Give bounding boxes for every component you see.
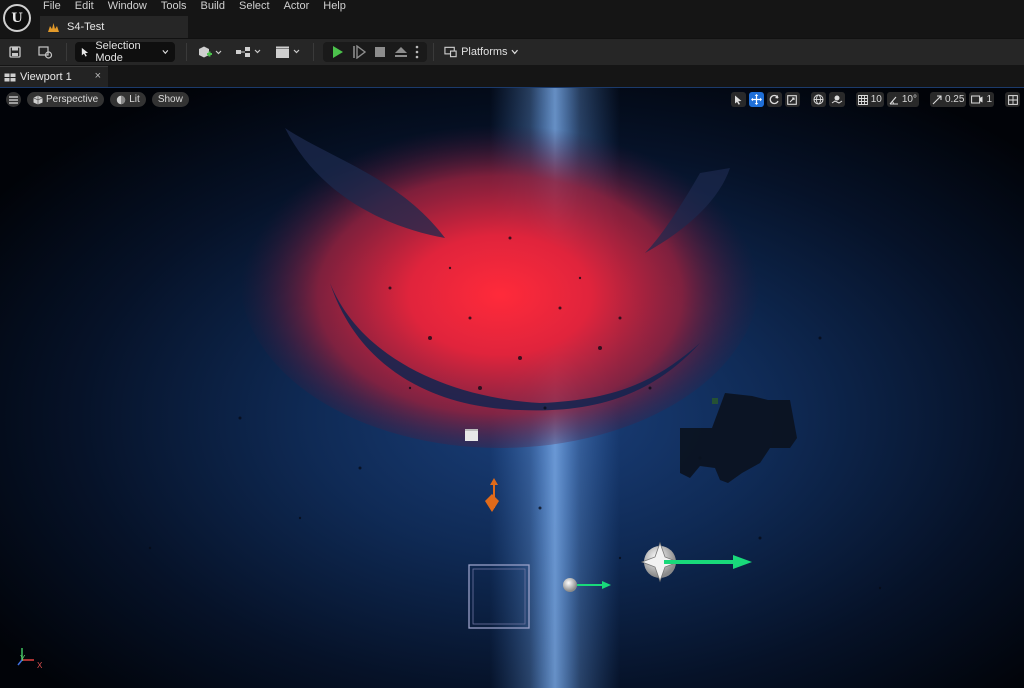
camera-speed-button[interactable]: 1 (969, 92, 994, 107)
browse-content-icon[interactable] (35, 42, 55, 62)
lit-sphere-icon (117, 95, 126, 104)
toolbar-gap (803, 92, 808, 108)
chevron-down-icon (162, 49, 169, 55)
perspective-cube-icon (33, 95, 43, 104)
chevron-down-icon (511, 49, 518, 55)
view-mode-label: Perspective (46, 94, 99, 105)
menu-select[interactable]: Select (232, 0, 277, 14)
eject-icon[interactable] (394, 46, 408, 58)
view-mode-button[interactable]: Perspective (27, 92, 105, 107)
play-controls (323, 42, 427, 62)
logo-letter: U (11, 10, 23, 26)
viewport-tab-strip: Viewport 1 × (0, 66, 1024, 87)
selection-mode-icon (81, 47, 89, 57)
select-tool-icon[interactable] (730, 92, 746, 107)
menu-edit[interactable]: Edit (68, 0, 101, 14)
maximize-viewport-icon[interactable] (1005, 92, 1020, 107)
show-flags-button[interactable]: Show (151, 92, 189, 107)
close-icon[interactable]: × (95, 70, 101, 82)
camera-actor-icon (465, 429, 478, 441)
show-flags-label: Show (157, 94, 183, 105)
rotation-snap-icon (889, 96, 898, 105)
surface-snap-icon[interactable] (828, 92, 845, 107)
viewport-tab-label: Viewport 1 (20, 71, 72, 83)
menu-bar: U File Edit Window Tools Build Select Ac… (0, 0, 1024, 38)
blueprint-button[interactable] (234, 42, 264, 62)
cinematics-button[interactable] (273, 42, 303, 62)
more-options-icon[interactable] (415, 45, 419, 59)
blueprint-icon (236, 47, 261, 57)
main-menu: File Edit Window Tools Build Select Acto… (36, 0, 353, 14)
scale-tool-icon[interactable] (784, 92, 800, 107)
level-icon (48, 22, 59, 32)
grid-snap-button[interactable]: 10 (855, 92, 884, 107)
menu-tools[interactable]: Tools (154, 0, 194, 14)
selection-mode-button[interactable]: Selection Mode (75, 40, 175, 64)
axis-x-label: X (37, 661, 43, 670)
translate-tool-icon[interactable] (748, 92, 764, 107)
toolbar-gap (848, 92, 853, 108)
cinematics-icon (276, 46, 300, 58)
toolbar-separator (433, 43, 434, 61)
scale-snap-icon (932, 94, 942, 104)
scene-render (0, 88, 1024, 688)
project-tab[interactable]: S4-Test (40, 16, 188, 38)
toolbar-gap (922, 92, 927, 108)
camera-speed-value: 1 (986, 94, 992, 105)
axis-y-label: Y (20, 654, 26, 663)
menu-file[interactable]: File (36, 0, 68, 14)
grid-snap-value: 10 (870, 94, 882, 105)
toolbar-separator (313, 43, 314, 61)
main-toolbar: Selection Mode Platforms (0, 38, 1024, 65)
toolbar-gap (997, 92, 1002, 108)
advance-frame-icon[interactable] (352, 45, 367, 59)
toolbar-separator (186, 43, 187, 61)
rotation-snap-value: 10° (901, 94, 917, 105)
platforms-icon (444, 46, 457, 58)
menu-help[interactable]: Help (316, 0, 353, 14)
scale-snap-button[interactable]: 0.25 (929, 92, 967, 107)
viewport-layout-icon (4, 73, 16, 81)
hamburger-icon[interactable] (6, 92, 21, 107)
add-actor-icon (199, 46, 222, 58)
menu-window[interactable]: Window (101, 0, 154, 14)
menu-actor[interactable]: Actor (277, 0, 317, 14)
level-viewport[interactable]: Y X Perspective Lit Show 10 10° 0.25 1 (0, 87, 1024, 688)
platforms-label: Platforms (461, 46, 508, 58)
rotate-tool-icon[interactable] (766, 92, 782, 107)
world-coordinates-icon[interactable] (810, 92, 826, 107)
save-icon[interactable] (6, 42, 24, 62)
viewport-toolbar-right: 10 10° 0.25 1 (730, 92, 1020, 108)
unreal-logo-icon[interactable]: U (3, 4, 31, 32)
menu-build[interactable]: Build (194, 0, 232, 14)
lighting-mode-label: Lit (129, 94, 140, 105)
lighting-mode-button[interactable]: Lit (110, 92, 146, 107)
platforms-button[interactable]: Platforms (440, 42, 518, 62)
toolbar-separator (66, 43, 67, 61)
stop-icon[interactable] (374, 46, 386, 58)
grid-snap-icon (857, 94, 868, 105)
scale-snap-value: 0.25 (944, 94, 965, 105)
project-tab-label: S4-Test (67, 21, 105, 33)
add-actor-button[interactable] (196, 42, 224, 62)
camera-speed-icon (971, 95, 983, 104)
viewport-toolbar-left: Perspective Lit Show (6, 92, 189, 108)
selection-mode-label: Selection Mode (95, 40, 141, 64)
play-icon[interactable] (331, 45, 345, 59)
viewport-tab[interactable]: Viewport 1 × (0, 66, 108, 87)
rotation-snap-button[interactable]: 10° (886, 92, 919, 107)
